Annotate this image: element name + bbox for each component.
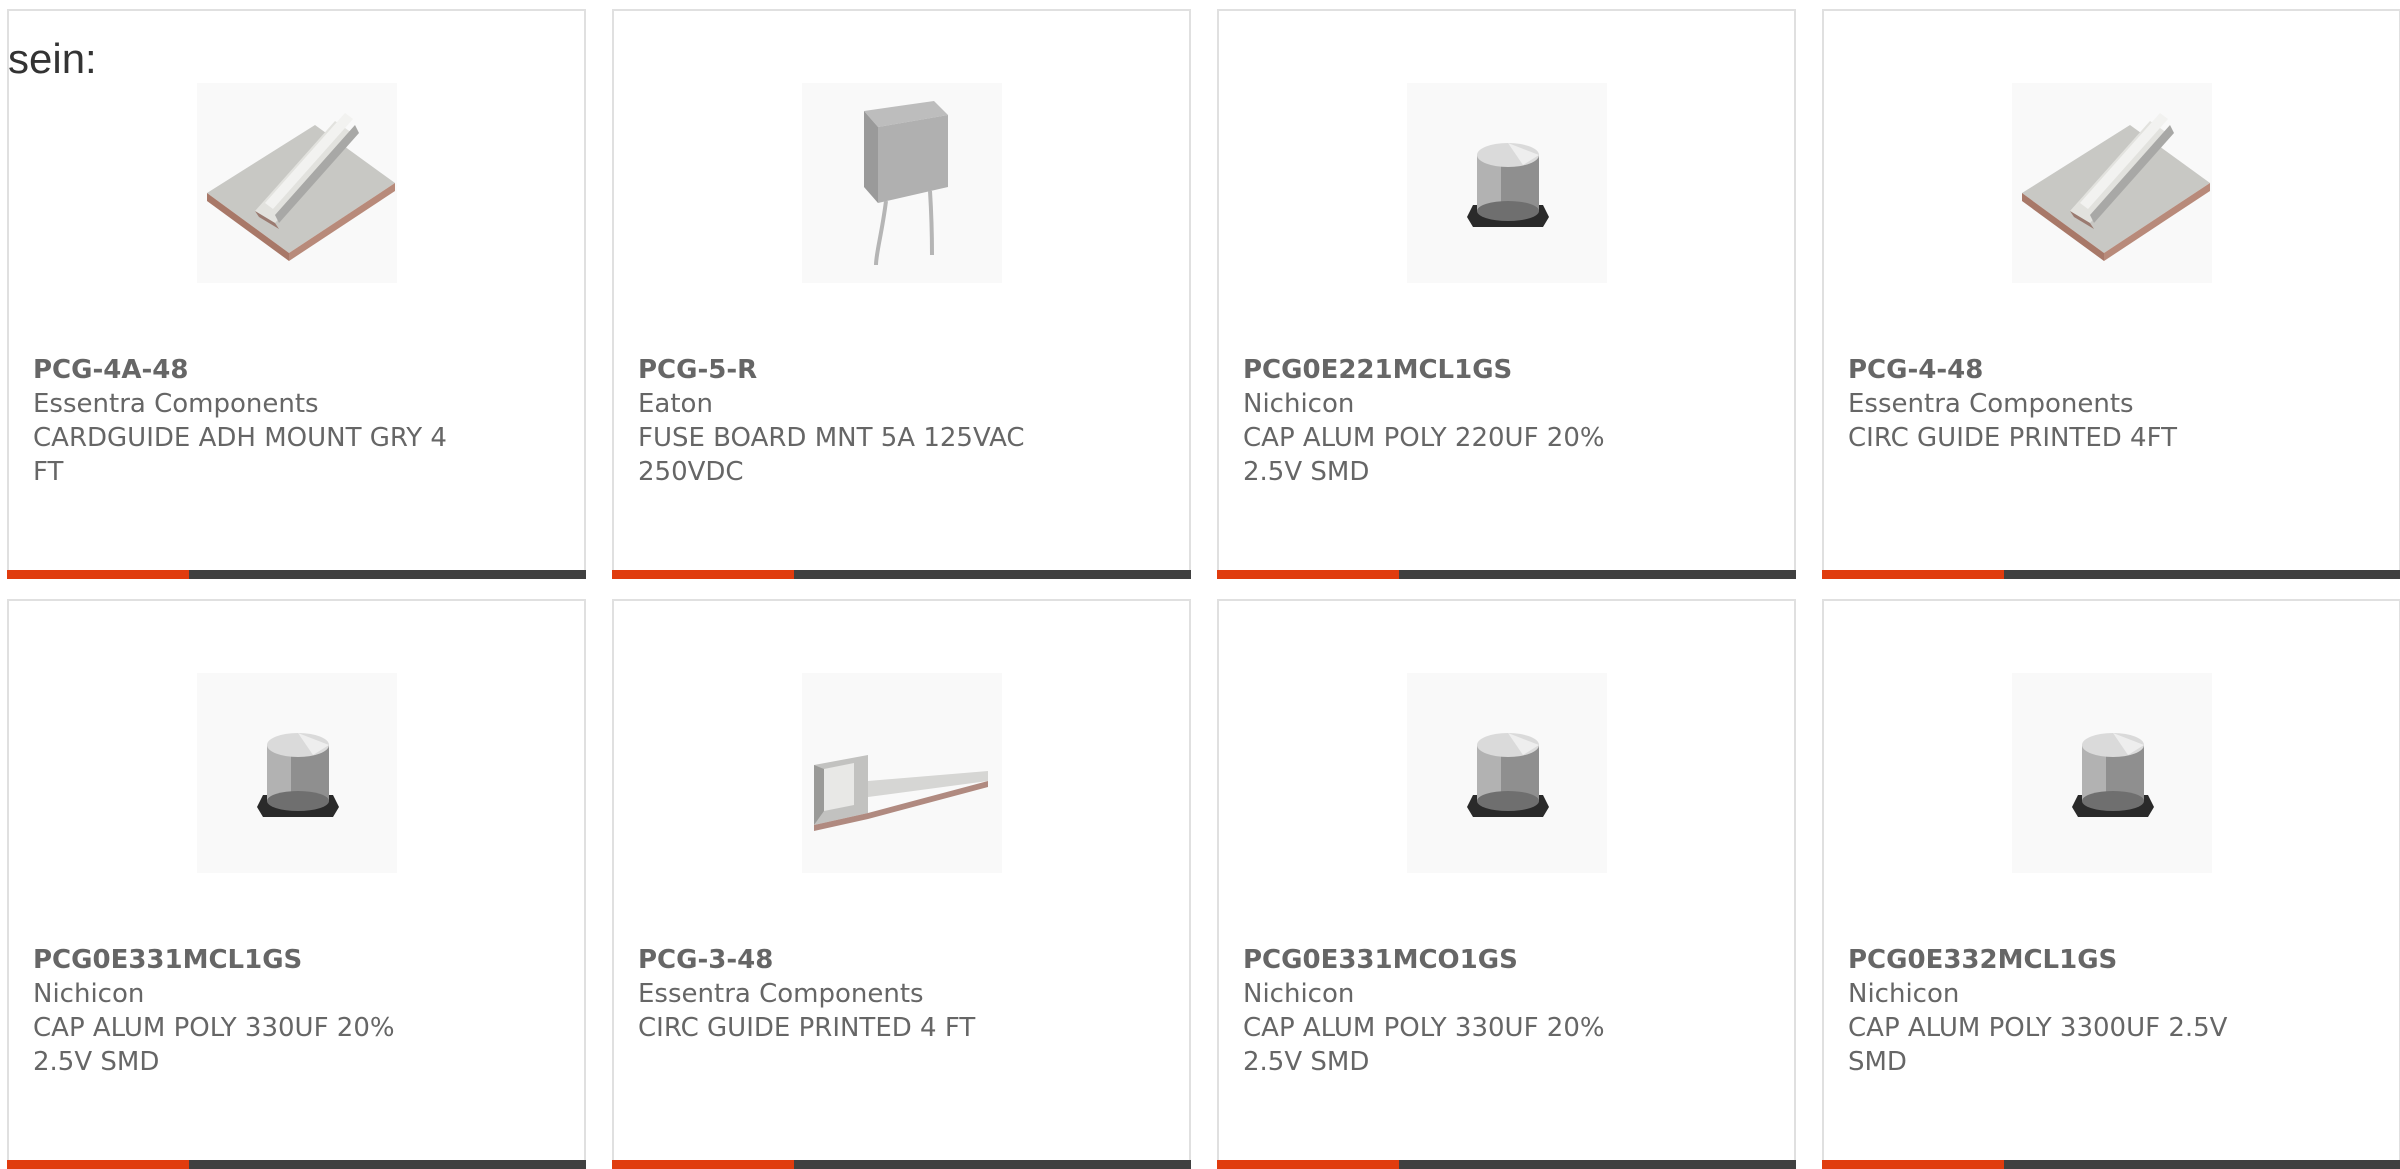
- manufacturer: Nichicon: [1848, 979, 1960, 1009]
- description: CIRC GUIDE PRINTED 4FT: [1848, 423, 2177, 453]
- product-card[interactable]: PCG0E331MCO1GS Nichicon CAP ALUM POLY 33…: [1217, 599, 1796, 1169]
- card-bottom-bar: [7, 570, 586, 579]
- card-bottom-bar: [1822, 1160, 2400, 1169]
- product-image[interactable]: [1407, 83, 1607, 283]
- card-guide-adhesive-icon: [2022, 113, 2210, 261]
- product-info: PCG0E331MCO1GS Nichicon CAP ALUM POLY 33…: [1243, 943, 1663, 1079]
- card-accent-bar: [1822, 570, 2005, 579]
- manufacturer: Nichicon: [1243, 389, 1355, 419]
- product-card[interactable]: PCG-4-48 Essentra Components CIRC GUIDE …: [1822, 9, 2400, 579]
- description: CIRC GUIDE PRINTED 4 FT: [638, 1013, 976, 1043]
- card-bottom-bar: [7, 1160, 586, 1169]
- description: CAP ALUM POLY 220UF 20% 2.5V SMD: [1243, 423, 1605, 487]
- part-number[interactable]: PCG-3-48: [638, 943, 1058, 977]
- product-grid: PCG-4A-48 Essentra Components CARDGUIDE …: [7, 9, 2400, 1169]
- card-bottom-bar: [612, 570, 1191, 579]
- product-card[interactable]: PCG0E331MCL1GS Nichicon CAP ALUM POLY 33…: [7, 599, 586, 1169]
- product-info: PCG0E332MCL1GS Nichicon CAP ALUM POLY 33…: [1848, 943, 2268, 1079]
- product-info: PCG-4-48 Essentra Components CIRC GUIDE …: [1848, 353, 2268, 455]
- description: CAP ALUM POLY 330UF 20% 2.5V SMD: [33, 1013, 395, 1077]
- card-accent-bar: [1217, 1160, 1400, 1169]
- card-accent-bar: [7, 1160, 190, 1169]
- part-number[interactable]: PCG0E331MCL1GS: [33, 943, 453, 977]
- product-image[interactable]: [197, 673, 397, 873]
- product-card[interactable]: PCG-4A-48 Essentra Components CARDGUIDE …: [7, 9, 586, 579]
- card-accent-bar: [612, 570, 795, 579]
- manufacturer: Essentra Components: [1848, 389, 2134, 419]
- product-card[interactable]: PCG-5-R Eaton FUSE BOARD MNT 5A 125VAC 2…: [612, 9, 1191, 579]
- manufacturer: Nichicon: [33, 979, 145, 1009]
- product-info: PCG0E221MCL1GS Nichicon CAP ALUM POLY 22…: [1243, 353, 1663, 489]
- part-number[interactable]: PCG-4A-48: [33, 353, 453, 387]
- part-number[interactable]: PCG-5-R: [638, 353, 1058, 387]
- card-bottom-bar: [1217, 570, 1796, 579]
- product-info: PCG-4A-48 Essentra Components CARDGUIDE …: [33, 353, 453, 489]
- card-bottom-bar: [1822, 570, 2400, 579]
- card-accent-bar: [1822, 1160, 2005, 1169]
- manufacturer: Essentra Components: [33, 389, 319, 419]
- product-card[interactable]: PCG-3-48 Essentra Components CIRC GUIDE …: [612, 599, 1191, 1169]
- description: CAP ALUM POLY 3300UF 2.5V SMD: [1848, 1013, 2228, 1077]
- part-number[interactable]: PCG0E221MCL1GS: [1243, 353, 1663, 387]
- product-image[interactable]: [2012, 83, 2212, 283]
- product-image[interactable]: [197, 83, 397, 283]
- product-card[interactable]: PCG0E221MCL1GS Nichicon CAP ALUM POLY 22…: [1217, 9, 1796, 579]
- description: CAP ALUM POLY 330UF 20% 2.5V SMD: [1243, 1013, 1605, 1077]
- manufacturer: Eaton: [638, 389, 713, 419]
- manufacturer: Nichicon: [1243, 979, 1355, 1009]
- product-image[interactable]: [802, 673, 1002, 873]
- product-image[interactable]: [1407, 673, 1607, 873]
- card-accent-bar: [1217, 570, 1400, 579]
- product-info: PCG-3-48 Essentra Components CIRC GUIDE …: [638, 943, 1058, 1045]
- card-bottom-bar: [612, 1160, 1191, 1169]
- product-info: PCG-5-R Eaton FUSE BOARD MNT 5A 125VAC 2…: [638, 353, 1058, 489]
- part-number[interactable]: PCG0E331MCO1GS: [1243, 943, 1663, 977]
- smd-capacitor-icon: [257, 733, 339, 817]
- card-accent-bar: [7, 570, 190, 579]
- card-guide-flat-icon: [814, 755, 988, 831]
- smd-capacitor-icon: [2072, 733, 2154, 817]
- card-guide-adhesive-icon: [207, 113, 395, 261]
- product-image[interactable]: [802, 83, 1002, 283]
- card-bottom-bar: [1217, 1160, 1796, 1169]
- description: CARDGUIDE ADH MOUNT GRY 4 FT: [33, 423, 447, 487]
- part-number[interactable]: PCG-4-48: [1848, 353, 2268, 387]
- card-accent-bar: [612, 1160, 795, 1169]
- manufacturer: Essentra Components: [638, 979, 924, 1009]
- product-card[interactable]: PCG0E332MCL1GS Nichicon CAP ALUM POLY 33…: [1822, 599, 2400, 1169]
- smd-capacitor-icon: [1467, 143, 1549, 227]
- product-image[interactable]: [2012, 673, 2212, 873]
- part-number[interactable]: PCG0E332MCL1GS: [1848, 943, 2268, 977]
- radial-fuse-icon: [864, 101, 948, 266]
- smd-capacitor-icon: [1467, 733, 1549, 817]
- description: FUSE BOARD MNT 5A 125VAC 250VDC: [638, 423, 1025, 487]
- section-heading: sein:: [8, 35, 97, 82]
- product-info: PCG0E331MCL1GS Nichicon CAP ALUM POLY 33…: [33, 943, 453, 1079]
